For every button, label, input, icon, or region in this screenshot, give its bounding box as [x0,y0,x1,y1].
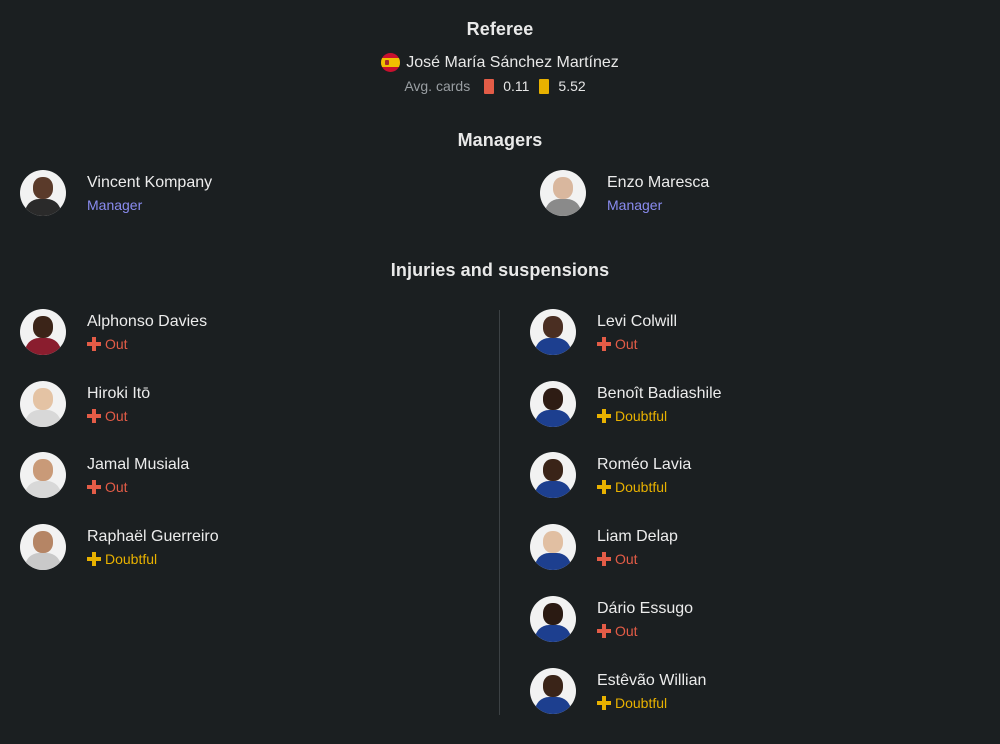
injury-item-away[interactable]: Dário Essugo Out [530,596,693,642]
injury-cross-icon [597,695,611,710]
injury-cross-icon [87,479,101,494]
player-name: Liam Delap [597,527,678,545]
injuries-heading: Injuries and suspensions [390,260,610,280]
manager-name: Enzo Maresca [607,173,710,191]
player-name: Hiroki Itō [87,384,151,402]
managers-heading: Managers [457,130,543,150]
avatar [530,524,576,570]
player-name: Raphaël Guerreiro [87,527,219,545]
player-name: Levi Colwill [597,312,678,330]
status-doubtful: Doubtful [597,694,706,712]
player-name: Alphonso Davies [87,312,208,330]
manager-role: Manager [607,196,663,213]
status-doubtful: Doubtful [597,478,691,496]
avatar [20,524,66,570]
injury-cross-icon [597,336,611,351]
yellow-card-avg: 5.52 [558,78,586,94]
avg-cards-row: Avg. cards 0.11 5.52 [0,78,1000,94]
injury-cross-icon [87,551,101,566]
injury-item-home[interactable]: Hiroki Itō Out [20,381,150,427]
player-name: Roméo Lavia [597,455,692,473]
manager-role: Manager [87,196,143,213]
status-out: Out [87,407,150,425]
spain-flag-icon [381,53,401,72]
injury-cross-icon [597,408,611,423]
injury-item-home[interactable]: Alphonso Davies Out [20,309,207,355]
referee-row: José María Sánchez Martínez [0,53,1000,72]
status-out: Out [597,622,693,640]
manager-name: Vincent Kompany [87,173,213,191]
avatar [540,170,586,216]
injury-item-away[interactable]: Roméo Lavia Doubtful [530,452,691,498]
injury-cross-icon [87,336,101,351]
avatar [530,668,576,714]
referee-heading: Referee [466,19,534,39]
player-name: Benoît Badiashile [597,384,722,402]
injury-item-away[interactable]: Estêvão Willian Doubtful [530,668,706,714]
avatar [530,596,576,642]
avatar [530,309,576,355]
status-out: Out [597,550,678,568]
injury-item-home[interactable]: Jamal Musiala Out [20,452,189,498]
status-out: Out [597,335,677,353]
player-name: Estêvão Willian [597,671,707,689]
injury-item-home[interactable]: Raphaël Guerreiro Doubtful [20,524,219,570]
avg-cards-label: Avg. cards [404,78,471,94]
avatar [20,381,66,427]
status-out: Out [87,335,207,353]
red-card-icon [484,78,495,94]
injury-item-away[interactable]: Benoît Badiashile Doubtful [530,381,722,427]
red-card-avg: 0.11 [503,78,530,94]
manager-home[interactable]: Vincent Kompany Manager [20,170,212,216]
status-out: Out [87,478,189,496]
player-name: Jamal Musiala [87,455,190,473]
injury-cross-icon [597,479,611,494]
avatar [530,452,576,498]
avatar [530,381,576,427]
avatar [20,170,66,216]
player-name: Dário Essugo [597,599,694,617]
referee-name[interactable]: José María Sánchez Martínez [406,54,619,72]
manager-away[interactable]: Enzo Maresca Manager [540,170,709,216]
avatar [20,452,66,498]
injury-cross-icon [87,408,101,423]
status-doubtful: Doubtful [597,407,722,425]
avatar [20,309,66,355]
status-doubtful: Doubtful [87,550,219,568]
yellow-card-icon [539,78,550,94]
injury-item-away[interactable]: Liam Delap Out [530,524,678,570]
column-divider [499,310,500,715]
injury-cross-icon [597,623,611,638]
injury-item-away[interactable]: Levi Colwill Out [530,309,677,355]
injury-cross-icon [597,551,611,566]
